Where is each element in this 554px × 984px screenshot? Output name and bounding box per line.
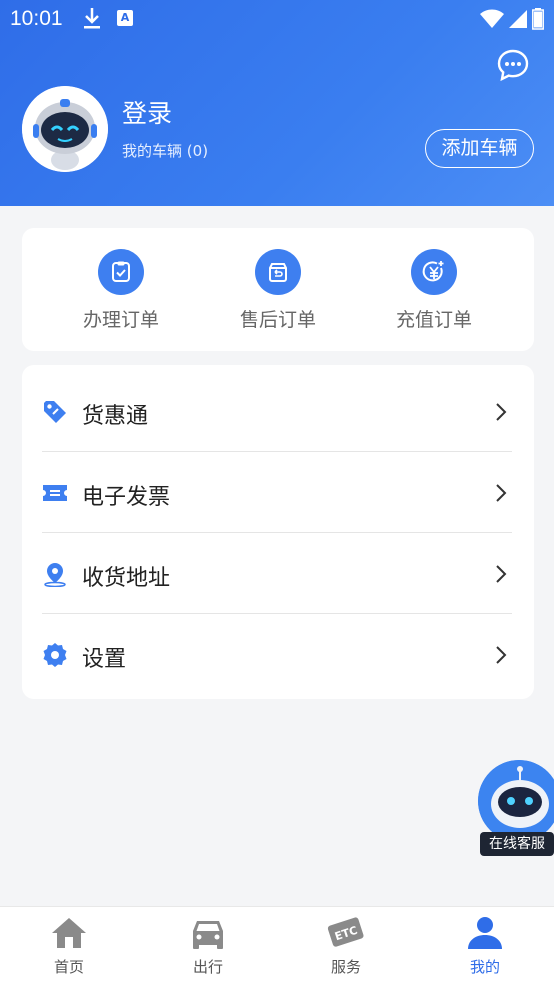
- tab-travel[interactable]: 出行: [158, 915, 258, 977]
- my-cars-label: 我的车辆: [122, 142, 183, 160]
- menu-label: 货惠通: [82, 404, 149, 429]
- etc-card-icon: ETC: [326, 915, 366, 951]
- app-notification-icon: A: [117, 10, 133, 26]
- chevron-right-icon: [496, 646, 507, 664]
- menu-item-invoice[interactable]: 电子发票: [42, 451, 512, 532]
- yuan-coin-icon: [411, 249, 457, 295]
- menu-card: 货惠通 电子发票 收货地址 设置: [22, 365, 534, 699]
- menu-item-address[interactable]: 收货地址: [42, 532, 512, 613]
- return-box-icon: [255, 249, 301, 295]
- location-pin-icon: [42, 561, 68, 588]
- order-processing[interactable]: 办理订单: [66, 249, 176, 332]
- order-label: 售后订单: [239, 309, 316, 331]
- tab-mine[interactable]: 我的: [435, 915, 535, 977]
- order-recharge[interactable]: 充值订单: [379, 249, 489, 332]
- signal-icon: [509, 10, 527, 28]
- clipboard-check-icon: [98, 249, 144, 295]
- car-icon: [188, 915, 228, 951]
- add-car-button[interactable]: 添加车辆: [425, 129, 534, 168]
- order-after-sales[interactable]: 售后订单: [223, 249, 333, 332]
- menu-item-huohuitong[interactable]: 货惠通: [42, 370, 512, 451]
- tab-services[interactable]: ETC 服务: [296, 915, 396, 977]
- menu-label: 收货地址: [82, 566, 171, 591]
- home-icon: [49, 915, 89, 951]
- profile-header: 10:01 A 登录 我的车辆 (0) 添加车辆: [0, 0, 554, 206]
- gear-icon: [42, 642, 68, 668]
- menu-label: 电子发票: [82, 485, 171, 510]
- avatar[interactable]: [22, 86, 108, 172]
- chevron-right-icon: [496, 565, 507, 583]
- status-time: 10:01: [10, 7, 63, 30]
- my-cars-count: (0): [186, 142, 209, 160]
- tab-label: 出行: [192, 958, 223, 976]
- login-link[interactable]: 登录: [122, 94, 172, 130]
- message-icon[interactable]: [496, 48, 530, 82]
- tab-label: 我的: [469, 958, 500, 976]
- status-bar: 10:01 A: [0, 0, 554, 40]
- tab-label: 服务: [330, 958, 361, 976]
- user-icon: [465, 915, 505, 951]
- menu-label: 设置: [82, 647, 127, 672]
- orders-card: 办理订单 售后订单 充值订单: [22, 228, 534, 351]
- battery-icon: [532, 8, 544, 30]
- menu-item-settings[interactable]: 设置: [42, 613, 512, 694]
- chevron-right-icon: [496, 403, 507, 421]
- tab-home[interactable]: 首页: [19, 915, 119, 977]
- ticket-icon: [42, 480, 68, 506]
- download-icon: [82, 6, 102, 34]
- robot-icon: [478, 760, 554, 842]
- online-service-label: 在线客服: [480, 832, 554, 856]
- bottom-tab-bar: 首页 出行 ETC 服务 我的: [0, 906, 554, 984]
- tab-label: 首页: [53, 958, 84, 976]
- order-label: 充值订单: [395, 309, 472, 331]
- wifi-icon: [480, 9, 504, 28]
- tag-icon: [42, 399, 68, 425]
- online-service-float[interactable]: 在线客服: [478, 760, 554, 860]
- order-label: 办理订单: [82, 309, 159, 331]
- my-cars-summary: 我的车辆 (0): [122, 140, 208, 161]
- status-indicators: [480, 8, 544, 30]
- chevron-right-icon: [496, 484, 507, 502]
